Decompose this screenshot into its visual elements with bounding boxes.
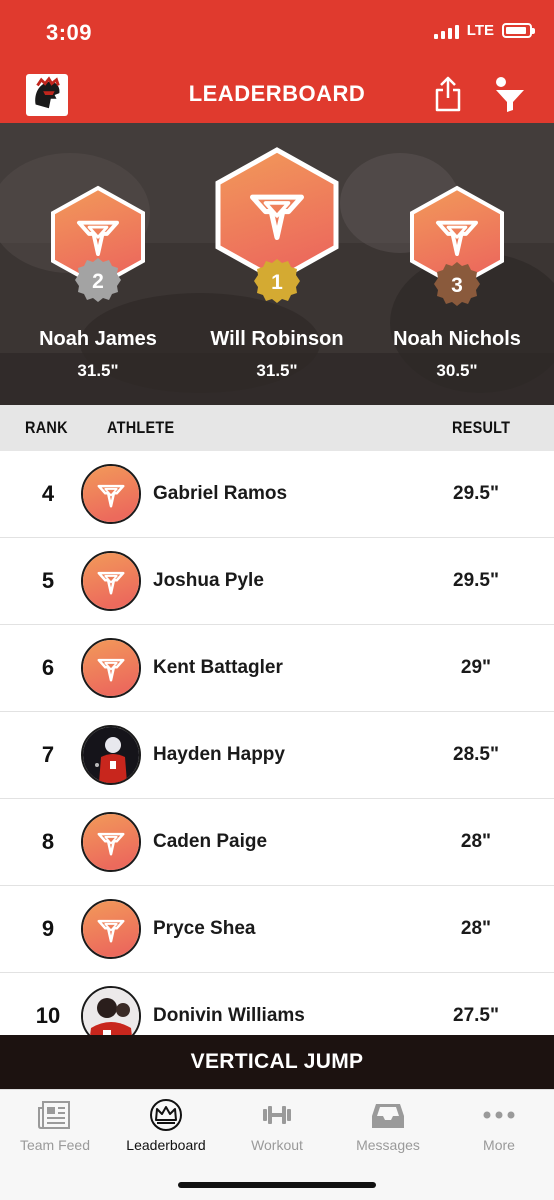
- podium-result: 31.5": [256, 361, 298, 380]
- athlete-avatar: [81, 464, 141, 524]
- leaderboard-list[interactable]: 4 Gabriel Ramos 29.5" 5 Joshua Pyle 29.5…: [0, 451, 554, 1035]
- athlete-result: 27.5": [453, 1005, 499, 1026]
- row-rank: 7: [41, 742, 55, 767]
- athlete-photo-avatar: [81, 725, 141, 785]
- bronze-medal-icon: 3: [434, 262, 480, 306]
- podium-athlete-name: Noah James: [39, 328, 157, 350]
- row-rank: 5: [41, 568, 55, 593]
- column-header-result: RESULT: [452, 418, 511, 437]
- athlete-avatar: [81, 899, 141, 959]
- podium-rank: 2: [92, 270, 104, 293]
- home-indicator: [178, 1182, 376, 1188]
- signal-icon: [433, 23, 459, 39]
- athlete-name: Pryce Shea: [153, 918, 256, 939]
- tab-label: Leaderboard: [126, 1137, 206, 1153]
- leaderboard-row[interactable]: 5 Joshua Pyle 29.5": [0, 538, 554, 625]
- row-rank: 10: [35, 1003, 61, 1028]
- podium-rank: 3: [451, 274, 463, 297]
- athlete-result: 29.5": [453, 483, 499, 504]
- athlete-result: 28": [460, 918, 492, 939]
- podium-athlete-name: Noah Nichols: [393, 328, 521, 350]
- tab-messages[interactable]: Messages: [333, 1090, 443, 1160]
- tab-label: Workout: [251, 1137, 303, 1153]
- status-time: 3:09: [46, 20, 93, 45]
- column-header-athlete: ATHLETE: [107, 418, 175, 437]
- podium-second-place[interactable]: 2 Noah James 31.5": [38, 123, 158, 405]
- podium: 2 Noah James 31.5" 1 Will Robinson 31.5": [0, 123, 554, 405]
- status-bar: 3:09 LTE: [0, 0, 554, 66]
- newspaper-icon: [38, 1101, 70, 1129]
- athlete-avatar: [81, 638, 141, 698]
- athlete-name: Kent Battagler: [153, 657, 283, 678]
- network-label: LTE: [466, 22, 494, 39]
- leaderboard-row[interactable]: 7 Hayden Happy 28.5": [0, 712, 554, 799]
- tab-label: More: [483, 1137, 515, 1153]
- leaderboard-row[interactable]: 8 Caden Paige 28": [0, 799, 554, 886]
- leaderboard-row[interactable]: 6 Kent Battagler 29": [0, 625, 554, 712]
- tab-leaderboard[interactable]: Leaderboard: [111, 1090, 221, 1160]
- athlete-name: Donivin Williams: [153, 1005, 305, 1026]
- row-rank: 6: [41, 655, 55, 680]
- table-header: RANK ATHLETE RESULT: [0, 405, 554, 451]
- athlete-result: 28.5": [453, 744, 499, 765]
- dumbbell-icon: [263, 1106, 291, 1124]
- row-rank: 4: [41, 481, 55, 506]
- status-indicators: LTE: [433, 22, 535, 39]
- event-selector[interactable]: VERTICAL JUMP: [0, 1035, 554, 1089]
- athlete-result: 29.5": [453, 570, 499, 591]
- gold-medal-icon: 1: [254, 259, 300, 303]
- battery-icon: [502, 23, 535, 38]
- leaderboard-row[interactable]: 10 Donivin Williams 27.5": [0, 973, 554, 1035]
- share-icon: [435, 76, 461, 112]
- page-title: LEADERBOARD: [188, 81, 366, 106]
- row-rank: 9: [41, 916, 55, 941]
- tab-label: Team Feed: [19, 1137, 91, 1153]
- athlete-name: Joshua Pyle: [153, 570, 264, 591]
- silver-medal-icon: 2: [75, 258, 121, 302]
- crown-icon: [150, 1099, 182, 1131]
- tab-workout[interactable]: Workout: [222, 1090, 332, 1160]
- athlete-result: 29": [460, 657, 492, 678]
- leaderboard-row[interactable]: 9 Pryce Shea 28": [0, 886, 554, 973]
- athlete-photo-avatar: [81, 986, 141, 1035]
- athlete-name: Gabriel Ramos: [153, 483, 288, 504]
- athlete-avatar: [81, 812, 141, 872]
- podium-third-place[interactable]: 3 Noah Nichols 30.5": [386, 123, 528, 405]
- filter-icon: [496, 77, 524, 112]
- podium-athlete-name: Will Robinson: [210, 328, 344, 350]
- filter-button[interactable]: [492, 72, 528, 114]
- athlete-name: Hayden Happy: [153, 744, 285, 765]
- share-button[interactable]: [432, 74, 464, 114]
- more-dots-icon: [483, 1111, 515, 1119]
- podium-result: 31.5": [77, 361, 119, 380]
- athlete-result: 28": [460, 831, 492, 852]
- app-screen: 3:09 LTE LEADERBOARD 2 Noah James 31.5" …: [0, 0, 554, 1200]
- athlete-avatar: [81, 551, 141, 611]
- tab-more[interactable]: More: [444, 1090, 554, 1160]
- row-rank: 8: [41, 829, 55, 854]
- inbox-icon: [372, 1104, 404, 1128]
- podium-first-place[interactable]: 1 Will Robinson 31.5": [197, 123, 357, 405]
- athlete-name: Caden Paige: [153, 831, 268, 852]
- column-header-rank: RANK: [25, 418, 68, 437]
- tab-team-feed[interactable]: Team Feed: [0, 1090, 110, 1160]
- leaderboard-row[interactable]: 4 Gabriel Ramos 29.5": [0, 451, 554, 538]
- podium-result: 30.5": [436, 361, 478, 380]
- podium-rank: 1: [271, 271, 283, 294]
- tab-label: Messages: [356, 1137, 420, 1153]
- nav-header: LEADERBOARD: [0, 66, 554, 123]
